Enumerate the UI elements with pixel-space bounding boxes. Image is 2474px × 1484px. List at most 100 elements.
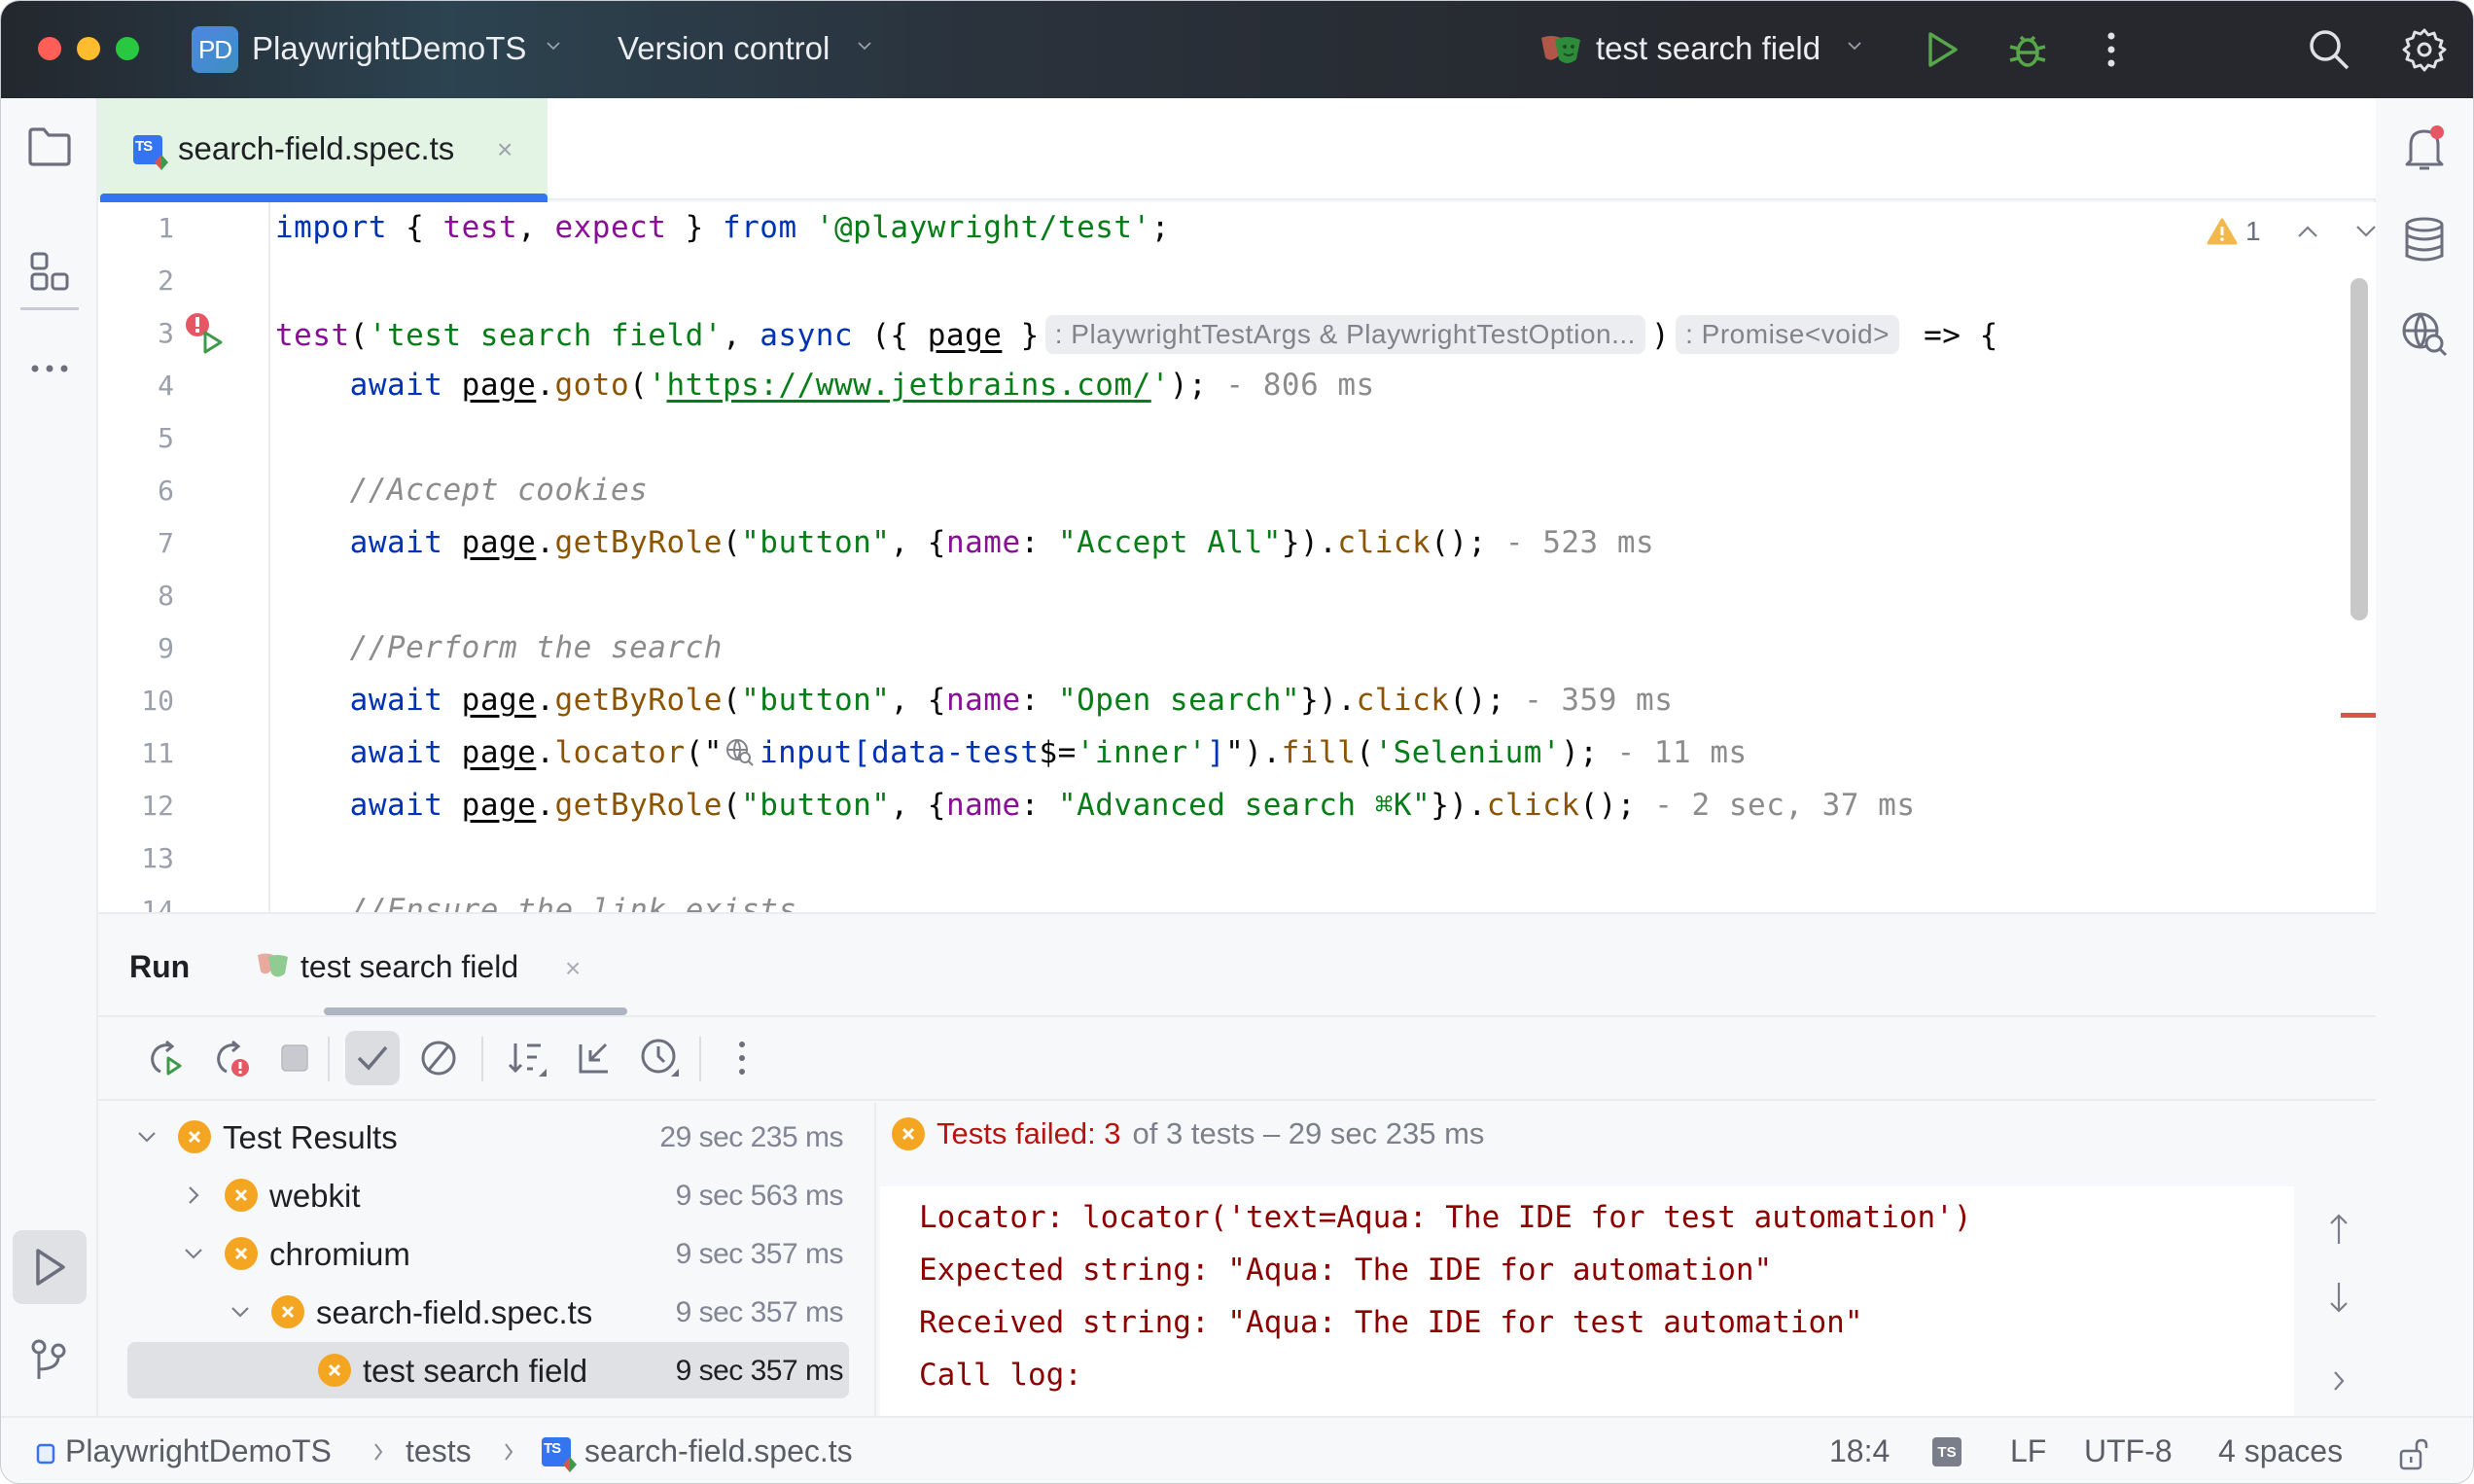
code-line-9: //Perform the search: [349, 630, 723, 665]
show-ignored-toggle[interactable]: [411, 1031, 466, 1085]
execution-time-hint: - 806 ms: [1207, 368, 1375, 403]
debug-button[interactable]: [2002, 24, 2053, 75]
tree-item-test-search-field[interactable]: test search field 9 sec 357 ms: [127, 1342, 849, 1398]
inspection-widget[interactable]: 1: [2207, 216, 2376, 247]
expand-button[interactable]: [2319, 1361, 2358, 1400]
line-number: 8: [158, 580, 174, 612]
gear-icon: [2402, 28, 2447, 72]
code-line-1: import { test, expect } from '@playwrigh…: [275, 210, 1170, 245]
caret-position[interactable]: 18:4: [1829, 1433, 1890, 1469]
line-ending[interactable]: LF: [2010, 1433, 2046, 1469]
chevron-down-icon[interactable]: [133, 1123, 160, 1150]
run-button[interactable]: [1917, 24, 1967, 75]
breadcrumb-folder[interactable]: tests: [406, 1433, 472, 1469]
chevron-right-icon: [2334, 1371, 2345, 1391]
notification-badge: [2430, 125, 2444, 139]
search-everywhere-button[interactable]: [2304, 24, 2354, 75]
sort-button[interactable]: [501, 1031, 555, 1085]
collapse-all-button[interactable]: [567, 1031, 621, 1085]
close-run-tab-icon[interactable]: ×: [565, 953, 581, 984]
failed-status-icon: [225, 1237, 258, 1270]
window-maximize-button[interactable]: [116, 37, 139, 60]
settings-button[interactable]: [2399, 24, 2450, 75]
previous-highlight-icon[interactable]: [2296, 224, 2319, 239]
project-badge[interactable]: PD: [192, 26, 238, 73]
language-badge[interactable]: TS: [1932, 1437, 1962, 1466]
window-close-button[interactable]: [38, 37, 61, 60]
next-highlight-icon[interactable]: [2354, 224, 2376, 239]
chevron-down-icon[interactable]: [1847, 38, 1862, 53]
locator-globe-icon[interactable]: [725, 737, 754, 766]
tab-search-field-spec[interactable]: TS search-field.spec.ts ×: [98, 98, 548, 202]
run-tab-test-search-field[interactable]: test search field ×: [256, 914, 641, 1015]
breadcrumb-file[interactable]: search-field.spec.ts: [584, 1433, 853, 1469]
run-configuration-selector[interactable]: test search field: [1596, 30, 1820, 67]
sort-icon: [508, 1043, 547, 1077]
structure-tool-button[interactable]: [22, 244, 77, 299]
tree-item-spec-file[interactable]: search-field.spec.ts 9 sec 357 ms: [127, 1284, 849, 1340]
database-tool-button[interactable]: [2397, 213, 2452, 267]
run-more-button[interactable]: [715, 1031, 769, 1085]
globe-search-icon: [2402, 312, 2448, 357]
notifications-button[interactable]: [2397, 122, 2452, 176]
project-name[interactable]: PlaywrightDemoTS: [252, 30, 526, 67]
error-stripe-marker[interactable]: [2341, 713, 2376, 718]
stop-button[interactable]: [267, 1031, 322, 1085]
line-number: 12: [141, 790, 174, 822]
rerun-failed-button[interactable]: [203, 1031, 258, 1085]
chevron-down-icon[interactable]: [857, 38, 872, 53]
more-horizontal-icon: [31, 365, 68, 372]
chevron-down-icon[interactable]: [546, 38, 561, 53]
unlock-icon[interactable]: [2399, 1437, 2430, 1470]
close-tab-icon[interactable]: ×: [497, 134, 512, 165]
run-test-failed-gutter-icon[interactable]: [184, 311, 227, 354]
line-number: 3: [158, 317, 174, 349]
git-tool-button[interactable]: [22, 1333, 77, 1388]
scroll-up-button[interactable]: [2319, 1210, 2358, 1249]
status-bar: PlaywrightDemoTS tests TS search-field.s…: [1, 1416, 2473, 1483]
chevron-right-icon[interactable]: [180, 1182, 207, 1209]
typescript-file-icon: TS: [133, 135, 168, 170]
show-passed-toggle[interactable]: [345, 1031, 400, 1085]
return-type-hint: : Promise<void>: [1676, 315, 1899, 354]
tree-item-test-results[interactable]: Test Results 29 sec 235 ms: [127, 1109, 849, 1165]
line-number: 6: [158, 475, 174, 507]
project-tool-button[interactable]: [22, 120, 77, 174]
web-inspector-button[interactable]: [2397, 306, 2452, 361]
more-vertical-icon: [2107, 32, 2115, 67]
search-icon: [2310, 30, 2350, 70]
editor-scrollbar[interactable]: [2350, 278, 2368, 620]
breadcrumb-separator-icon: [374, 1443, 383, 1461]
more-tools-button[interactable]: [22, 341, 77, 396]
version-control-menu[interactable]: Version control: [618, 30, 830, 67]
breadcrumb-project[interactable]: PlaywrightDemoTS: [65, 1433, 332, 1469]
url-link[interactable]: https://www.jetbrains.com/: [666, 368, 1150, 403]
right-tool-strip: [2374, 98, 2473, 1416]
chevron-down-icon[interactable]: [180, 1240, 207, 1267]
console-output[interactable]: Locator: locator('text=Aqua: The IDE for…: [880, 1186, 2294, 1416]
more-actions-button[interactable]: [2086, 24, 2137, 75]
tree-item-chromium[interactable]: chromium 9 sec 357 ms: [127, 1225, 849, 1282]
code-line-12: await page.getByRole("button", {name: "A…: [349, 788, 1916, 823]
run-tool-button[interactable]: [13, 1230, 87, 1304]
left-tool-strip: [1, 98, 98, 1416]
history-icon: [641, 1039, 679, 1077]
duration: 9 sec 563 ms: [675, 1180, 844, 1212]
active-tab-indicator: [324, 1007, 627, 1015]
warning-icon: [2207, 218, 2238, 245]
test-output-panel: Tests failed: 3 of 3 tests – 29 sec 235 …: [878, 1103, 2376, 1416]
indent-setting[interactable]: 4 spaces: [2218, 1433, 2343, 1469]
file-encoding[interactable]: UTF-8: [2084, 1433, 2173, 1469]
line-number: 9: [158, 632, 174, 664]
scroll-down-button[interactable]: [2319, 1278, 2358, 1317]
editor-gutter: 1 2 3 4 5 6 7 8 9 10 11 12 13 14: [98, 202, 270, 912]
execution-time-hint: - 11 ms: [1598, 735, 1748, 770]
window-minimize-button[interactable]: [77, 37, 100, 60]
editor-tab-bar: TS search-field.spec.ts ×: [98, 98, 2376, 202]
chevron-down-icon[interactable]: [227, 1298, 254, 1325]
code-editor[interactable]: 1 2 3 4 5 6 7 8 9 10 11 12 13 14 import …: [98, 202, 2376, 912]
tree-item-webkit[interactable]: webkit 9 sec 563 ms: [127, 1167, 849, 1223]
rerun-button[interactable]: [137, 1031, 192, 1085]
test-history-button[interactable]: [633, 1031, 688, 1085]
more-vertical-icon: [739, 1042, 745, 1075]
